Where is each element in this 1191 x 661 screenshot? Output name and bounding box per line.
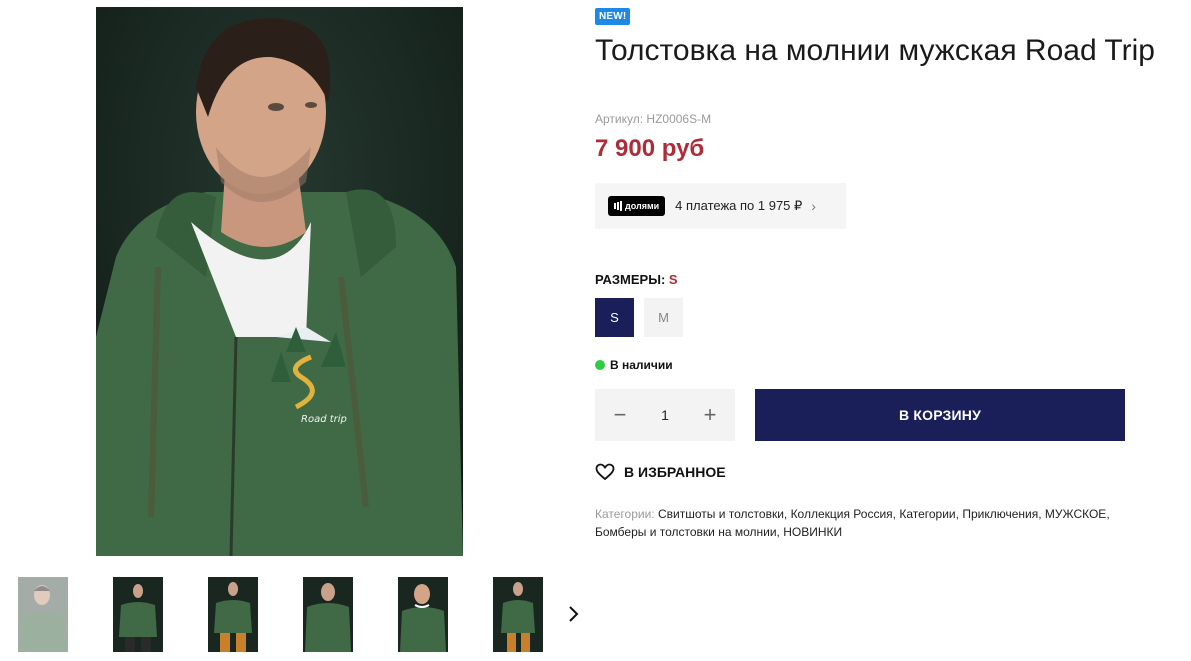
thumbnail-next-button[interactable] — [562, 599, 586, 629]
sizes-label: РАЗМЕРЫ: S — [595, 272, 678, 287]
product-sku: Артикул: HZ0006S-M — [595, 112, 712, 126]
embroidery-text: Road trip — [301, 414, 347, 425]
category-link[interactable]: Приключения — [962, 507, 1038, 521]
main-product-photo[interactable]: Road trip — [96, 7, 463, 556]
product-price: 7 900 руб — [595, 135, 705, 162]
product-title: Толстовка на молнии мужская Road Trip — [595, 34, 1155, 67]
category-link[interactable]: Бомберы и толстовки на молнии — [595, 525, 777, 539]
size-option-m[interactable]: M — [644, 298, 683, 337]
chevron-right-icon — [569, 606, 579, 622]
thumbnail-3[interactable] — [208, 577, 258, 652]
thumbnail-5[interactable] — [398, 577, 448, 652]
stock-text: В наличии — [610, 358, 673, 372]
thumbnail-1[interactable] — [18, 577, 68, 652]
dolyami-logo-text: долями — [625, 201, 660, 211]
category-link[interactable]: НОВИНКИ — [783, 525, 842, 539]
selected-size: S — [668, 272, 678, 287]
category-link[interactable]: Категории — [899, 507, 955, 521]
favorites-label: В ИЗБРАННОЕ — [624, 464, 726, 480]
dolyami-text: 4 платежа по 1 975 ₽ — [675, 198, 803, 213]
stock-dot-icon — [595, 360, 605, 370]
dolyami-bars-icon — [614, 201, 622, 211]
thumbnail-4[interactable] — [303, 577, 353, 652]
quantity-increase-button[interactable]: + — [702, 404, 718, 426]
heart-icon — [595, 463, 615, 481]
dolyami-installment-widget[interactable]: долями 4 платежа по 1 975 ₽ › — [595, 183, 846, 229]
thumbnail-6[interactable] — [493, 577, 543, 652]
quantity-stepper: − 1 + — [595, 389, 735, 441]
add-to-cart-button[interactable]: В КОРЗИНУ — [755, 389, 1125, 441]
dolyami-logo: долями — [608, 196, 666, 216]
product-page: Road trip NEW! Толстовка на молнии мужск… — [0, 0, 1191, 661]
sizes-label-text: РАЗМЕРЫ: — [595, 272, 666, 287]
thumbnail-2[interactable] — [113, 577, 163, 652]
categories-label: Категории: — [595, 507, 655, 521]
category-link[interactable]: МУЖСКОЕ — [1045, 507, 1106, 521]
category-link[interactable]: Коллекция Россия — [791, 507, 893, 521]
category-link[interactable]: Свитшоты и толстовки — [658, 507, 784, 521]
quantity-decrease-button[interactable]: − — [612, 404, 628, 426]
quantity-input[interactable]: 1 — [645, 407, 685, 423]
new-badge: NEW! — [595, 8, 631, 25]
size-option-s[interactable]: S — [595, 298, 634, 337]
product-categories: Категории: Свитшоты и толстовки, Коллекц… — [595, 507, 1110, 539]
add-to-favorites-button[interactable]: В ИЗБРАННОЕ — [595, 463, 726, 481]
stock-status: В наличии — [595, 358, 673, 372]
chevron-right-icon: › — [811, 198, 816, 214]
